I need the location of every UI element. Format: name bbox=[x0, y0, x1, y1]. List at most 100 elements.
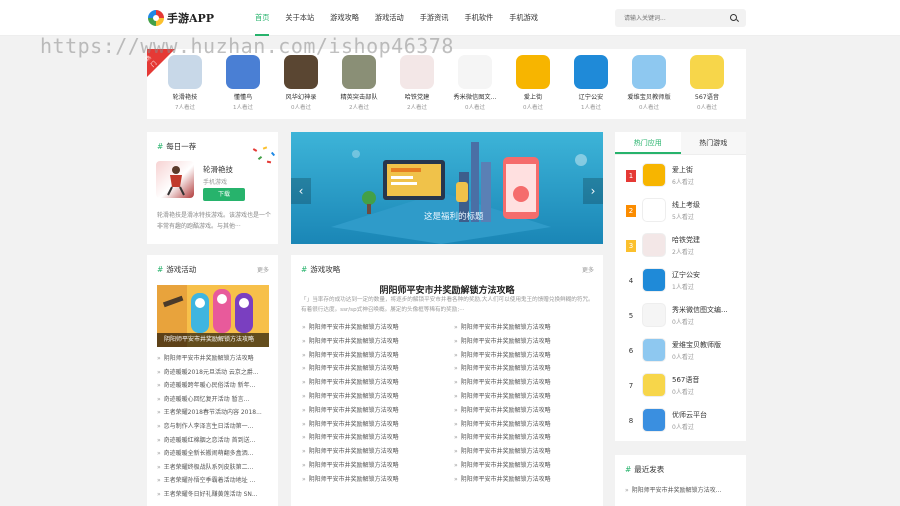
site-logo[interactable]: 手游APP bbox=[148, 9, 214, 27]
guide-list-item[interactable]: 阴阳师平安市井奖励解锁方法攻略 bbox=[302, 362, 452, 376]
banner-next-arrow[interactable]: › bbox=[583, 178, 603, 204]
rank-app-name[interactable]: 线上考级 bbox=[672, 200, 700, 210]
app-name[interactable]: 风华幻神录 bbox=[271, 92, 331, 101]
activity-list-item[interactable]: 阴阳师平安市井奖励解锁方法攻略 bbox=[157, 352, 273, 366]
ai-icon[interactable] bbox=[642, 338, 666, 362]
rank-app-name[interactable]: 567语音 bbox=[672, 375, 699, 385]
app-name[interactable]: 爱维宝贝教师版 bbox=[619, 92, 679, 101]
activity-list-item[interactable]: 奇迹暖暖心回忆复开活动 暂言... bbox=[157, 393, 273, 407]
activity-list-item[interactable]: 奇迹暖暖全新长搬闹萌翻多盒洒... bbox=[157, 447, 273, 461]
guide-list-item[interactable]: 阴阳师平安市井奖励解锁方法攻略 bbox=[454, 362, 603, 376]
guide-list-item[interactable]: 阴阳师平安市井奖励解锁方法攻略 bbox=[302, 473, 452, 487]
guide-list-item[interactable]: 阴阳师平安市井奖励解锁方法攻略 bbox=[302, 390, 452, 404]
activity-list-item[interactable]: 恋与制作人李泽言生日活动第一... bbox=[157, 420, 273, 434]
guide-list-item[interactable]: 阴阳师平安市井奖励解锁方法攻略 bbox=[302, 445, 452, 459]
tab-hot-apps[interactable]: 热门应用 bbox=[615, 132, 681, 154]
activity-list-item[interactable]: 王者荣耀终极战队系列皮肤第二... bbox=[157, 461, 273, 475]
voice-icon[interactable] bbox=[690, 55, 724, 89]
exam-icon[interactable] bbox=[642, 198, 666, 222]
guide-list-item[interactable]: 阴阳师平安市井奖励解锁方法攻略 bbox=[302, 335, 452, 349]
soldier-icon[interactable] bbox=[342, 55, 376, 89]
activity-list-item[interactable]: 王者荣耀孙悟空季霸着活动地址 ... bbox=[157, 474, 273, 488]
ranking-row[interactable]: 3 哈铁党建 2人看过 bbox=[615, 232, 746, 262]
tab-hot-games[interactable]: 热门游戏 bbox=[680, 132, 746, 154]
guide-list-item[interactable]: 阴阳师平安市井奖励解锁方法攻略 bbox=[302, 349, 452, 363]
app-name[interactable]: 辽宁公安 bbox=[561, 92, 621, 101]
guide-list-item[interactable]: 阴阳师平安市井奖励解锁方法攻略 bbox=[454, 321, 603, 335]
activity-list-item[interactable]: 王者荣耀2018春节活动内容 2018... bbox=[157, 406, 273, 420]
daily-app-name[interactable]: 轮滑艳技 bbox=[203, 164, 233, 175]
guide-list-item[interactable]: 阴阳师平安市井奖励解锁方法攻略 bbox=[454, 445, 603, 459]
nav-guides[interactable]: 游戏攻略 bbox=[330, 0, 359, 36]
ai-icon[interactable] bbox=[632, 55, 666, 89]
app-card[interactable]: 567语音 0人看过 bbox=[677, 55, 737, 111]
banner-caption[interactable]: 这是福利的标题 bbox=[424, 210, 484, 222]
guide-list-item[interactable]: 阴阳师平安市井奖励解锁方法攻略 bbox=[302, 376, 452, 390]
app-name[interactable]: 懂懂鸟 bbox=[213, 92, 273, 101]
guide-list-item[interactable]: 阴阳师平安市井奖励解锁方法攻略 bbox=[454, 390, 603, 404]
activity-list-item[interactable]: 王者荣耀冬日好礼赚黄莲活动 SN... bbox=[157, 488, 273, 502]
app-card[interactable]: 精英突击部队 2人看过 bbox=[329, 55, 389, 111]
nav-home[interactable]: 首页 bbox=[255, 0, 270, 36]
xiumi-icon[interactable] bbox=[458, 55, 492, 89]
activity-more-link[interactable]: 更多 bbox=[257, 265, 269, 274]
hero-banner[interactable]: ‹ › 这是福利的标题 bbox=[291, 132, 603, 244]
guide-list-item[interactable]: 阴阳师平安市井奖励解锁方法攻略 bbox=[454, 431, 603, 445]
ranking-row[interactable]: 4 辽宁公安 1人看过 bbox=[615, 267, 746, 297]
app-name[interactable]: 567语音 bbox=[677, 92, 737, 101]
app-card[interactable]: 哈铁党建 2人看过 bbox=[387, 55, 447, 111]
guide-list-item[interactable]: 阴阳师平安市井奖励解锁方法攻略 bbox=[454, 473, 603, 487]
police-icon[interactable] bbox=[574, 55, 608, 89]
activity-list-item[interactable]: 奇迹暖暖红棉胭之恋活动 首到送... bbox=[157, 434, 273, 448]
rank-app-name[interactable]: 辽宁公安 bbox=[672, 270, 700, 280]
nav-about[interactable]: 关于本站 bbox=[285, 0, 314, 36]
app-card[interactable]: 爱维宝贝教师版 0人看过 bbox=[619, 55, 679, 111]
guide-list-item[interactable]: 阴阳师平安市井奖励解锁方法攻略 bbox=[454, 459, 603, 473]
nav-software[interactable]: 手机软件 bbox=[464, 0, 493, 36]
app-name[interactable]: 爱上街 bbox=[503, 92, 563, 101]
fantasy-icon[interactable] bbox=[284, 55, 318, 89]
guide-list-item[interactable]: 阴阳师平安市井奖励解锁方法攻略 bbox=[302, 459, 452, 473]
app-card[interactable]: 懂懂鸟 1人看过 bbox=[213, 55, 273, 111]
guide-list-item[interactable]: 阴阳师平安市井奖励解锁方法攻略 bbox=[302, 404, 452, 418]
voice-icon[interactable] bbox=[642, 373, 666, 397]
guide-list-item[interactable]: 阴阳师平安市井奖励解锁方法攻略 bbox=[302, 431, 452, 445]
ranking-row[interactable]: 7 567语音 0人看过 bbox=[615, 372, 746, 402]
daily-app-image[interactable] bbox=[156, 161, 194, 198]
bird-icon[interactable] bbox=[226, 55, 260, 89]
app-card[interactable]: 秀米微信图文... 0人看过 bbox=[445, 55, 505, 111]
app-card[interactable]: 轮滑艳技 7人看过 bbox=[155, 55, 215, 111]
ranking-row[interactable]: 8 优师云平台 0人看过 bbox=[615, 407, 746, 437]
xiumi-icon[interactable] bbox=[642, 303, 666, 327]
rank-app-name[interactable]: 爱上街 bbox=[672, 165, 693, 175]
shopping-icon[interactable] bbox=[516, 55, 550, 89]
rank-app-name[interactable]: 爱维宝贝教师版 bbox=[672, 340, 721, 350]
shopping-icon[interactable] bbox=[642, 163, 666, 187]
nav-activities[interactable]: 游戏活动 bbox=[375, 0, 404, 36]
latest-post-item[interactable]: 阴阳师平安市井奖励解锁方法攻... bbox=[625, 485, 743, 494]
guide-list-item[interactable]: 阴阳师平安市井奖励解锁方法攻略 bbox=[454, 376, 603, 390]
search-input[interactable] bbox=[615, 9, 715, 27]
app-card[interactable]: 爱上街 0人看过 bbox=[503, 55, 563, 111]
guide-list-item[interactable]: 阴阳师平安市井奖励解锁方法攻略 bbox=[454, 404, 603, 418]
nav-games[interactable]: 手机游戏 bbox=[509, 0, 538, 36]
guides-more-link[interactable]: 更多 bbox=[582, 265, 594, 274]
ranking-row[interactable]: 6 爱维宝贝教师版 0人看过 bbox=[615, 337, 746, 367]
rank-app-name[interactable]: 优师云平台 bbox=[672, 410, 707, 420]
guide-list-item[interactable]: 阴阳师平安市井奖励解锁方法攻略 bbox=[454, 418, 603, 432]
guide-list-item[interactable]: 阴阳师平安市井奖励解锁方法攻略 bbox=[302, 418, 452, 432]
app-name[interactable]: 精英突击部队 bbox=[329, 92, 389, 101]
party-icon[interactable] bbox=[642, 233, 666, 257]
activity-feature-image[interactable]: 阴阳师平安市井奖励解锁方法攻略 bbox=[157, 285, 269, 347]
app-card[interactable]: 辽宁公安 1人看过 bbox=[561, 55, 621, 111]
ranking-row[interactable]: 1 爱上街 6人看过 bbox=[615, 162, 746, 192]
rank-app-name[interactable]: 哈铁党建 bbox=[672, 235, 700, 245]
app-name[interactable]: 哈铁党建 bbox=[387, 92, 447, 101]
app-name[interactable]: 轮滑艳技 bbox=[155, 92, 215, 101]
app-card[interactable]: 风华幻神录 0人看过 bbox=[271, 55, 331, 111]
rank-app-name[interactable]: 秀米微信图文编... bbox=[672, 305, 728, 315]
activity-list-item[interactable]: 奇迹暖暖跨年暖心民俗活动 新年... bbox=[157, 379, 273, 393]
banner-prev-arrow[interactable]: ‹ bbox=[291, 178, 311, 204]
ranking-row[interactable]: 5 秀米微信图文编... 0人看过 bbox=[615, 302, 746, 332]
cloud-icon[interactable] bbox=[642, 408, 666, 432]
